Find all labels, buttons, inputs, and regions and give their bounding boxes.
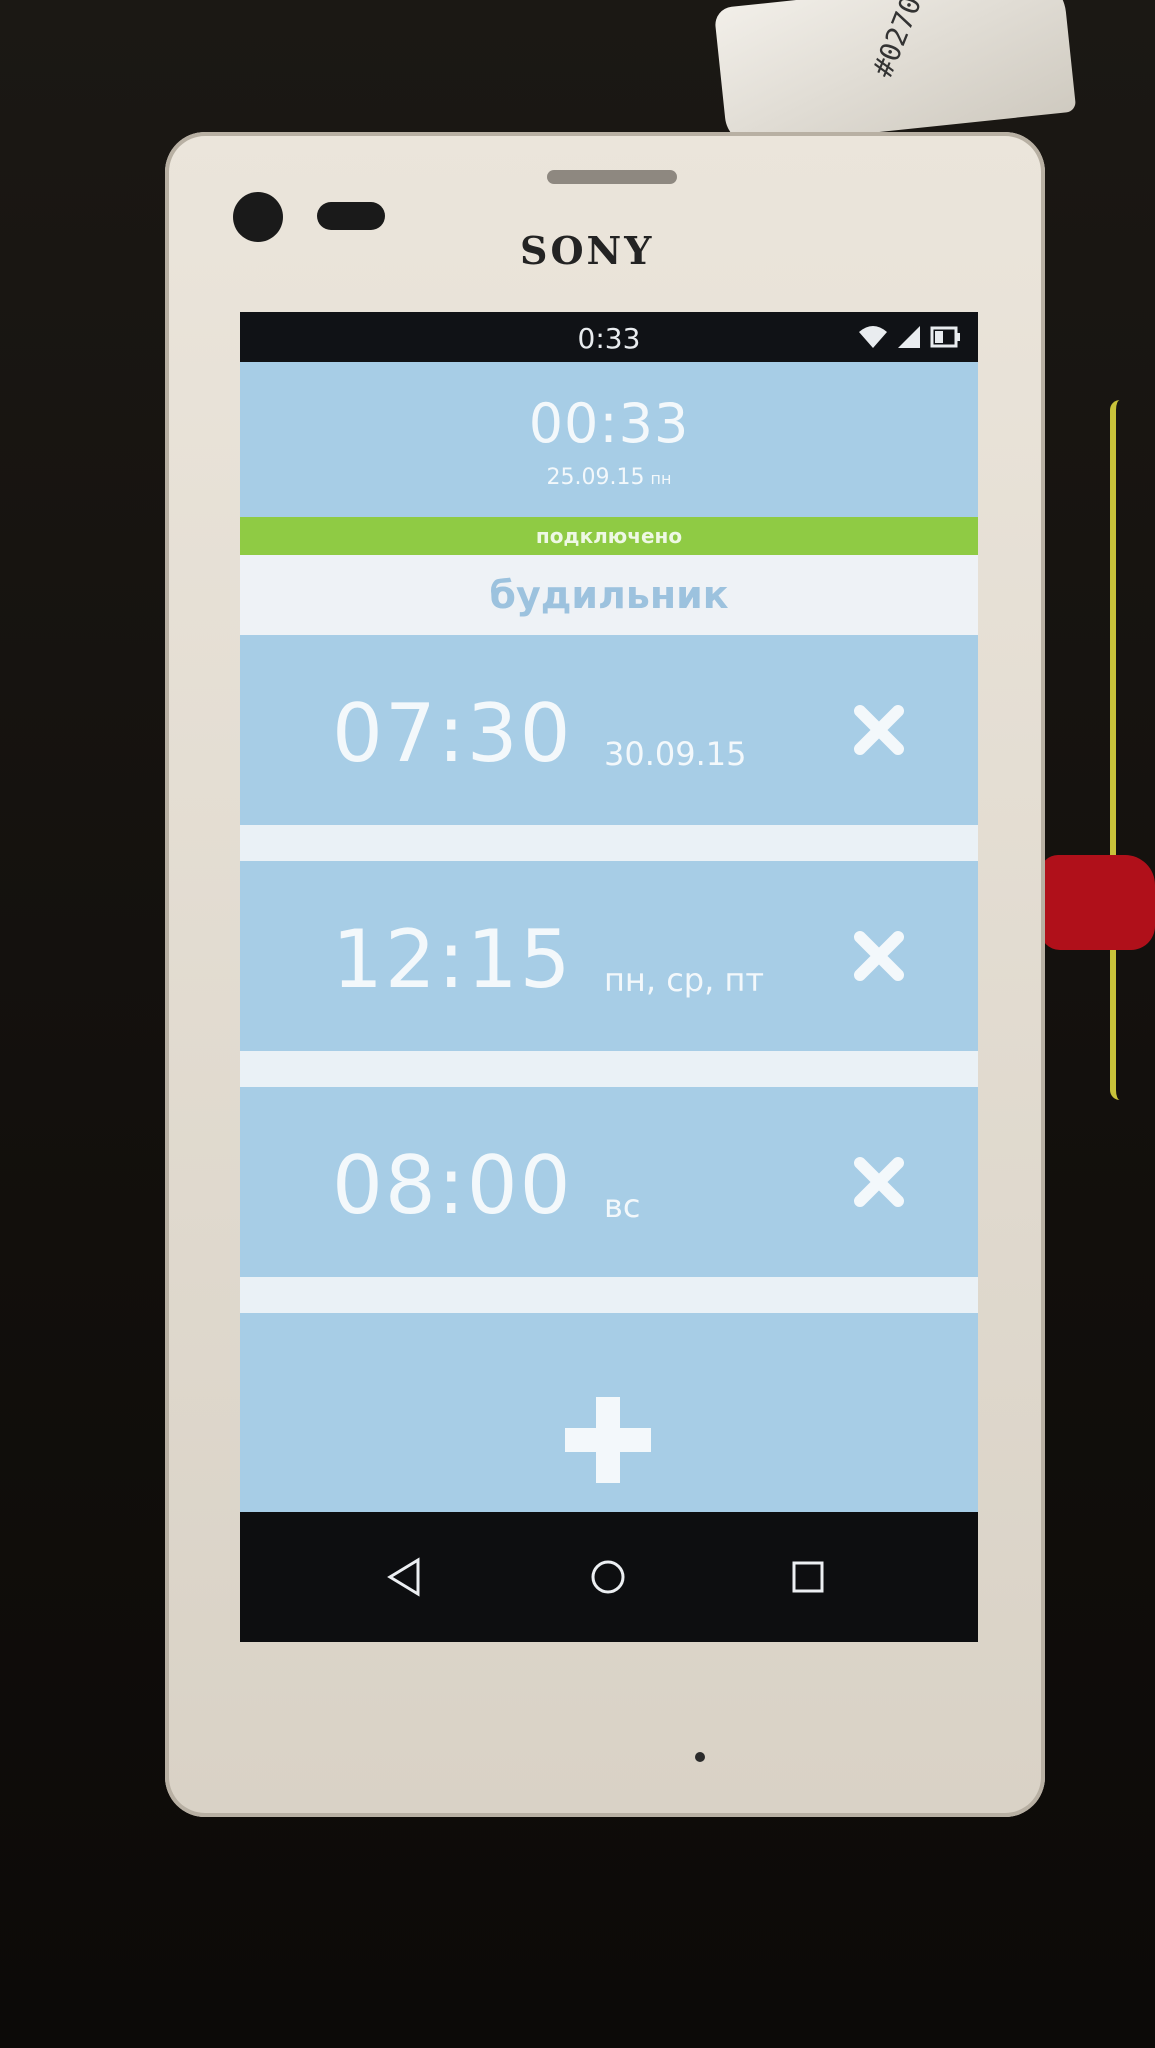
- alarm-time: 08:00: [332, 1139, 573, 1232]
- date-value: 25.09.15: [546, 465, 645, 490]
- weekday-value: пн: [650, 469, 672, 488]
- current-date: 25.09.15 пн: [240, 465, 978, 490]
- alarm-date: 30.09.15: [604, 735, 747, 773]
- alarm-time: 12:15: [332, 913, 573, 1006]
- close-icon[interactable]: [852, 929, 906, 983]
- connection-status: подключено: [240, 517, 978, 555]
- status-icons: [858, 324, 962, 350]
- proximity-sensor: [317, 202, 385, 230]
- alarm-separator: [240, 1051, 978, 1087]
- red-clip: [1040, 855, 1155, 950]
- close-icon[interactable]: [852, 1155, 906, 1209]
- battery-icon: [930, 326, 960, 348]
- close-icon[interactable]: [852, 703, 906, 757]
- front-camera: [233, 192, 283, 242]
- microphone-hole: [695, 1752, 705, 1762]
- section-title: будильник: [240, 555, 978, 635]
- alarm-separator: [240, 1277, 978, 1313]
- phone-body: SONY 0:33 00:33 25.09.15 пн подключено б…: [165, 132, 1045, 1817]
- add-alarm-area[interactable]: [240, 1342, 978, 1527]
- current-time: 00:33: [528, 392, 690, 455]
- yellow-cable: [1110, 400, 1130, 1100]
- phone-screen: 0:33 00:33 25.09.15 пн подключено будиль…: [240, 312, 978, 1642]
- home-circle-icon[interactable]: [581, 1550, 635, 1604]
- brand-logo: SONY: [520, 228, 655, 273]
- alarm-days: пн, ср, пт: [604, 961, 764, 999]
- alarm-app: 00:33 25.09.15 пн подключено будильник 07…: [240, 362, 978, 1527]
- status-bar: 0:33: [240, 312, 978, 362]
- wifi-icon: [859, 326, 887, 348]
- recents-square-icon[interactable]: [781, 1550, 835, 1604]
- alarm-item[interactable]: 08:00 вс: [240, 1087, 978, 1277]
- alarm-item[interactable]: 12:15 пн, ср, пт: [240, 861, 978, 1051]
- signal-icon: [898, 326, 920, 348]
- alarm-days: вс: [604, 1187, 641, 1225]
- plus-icon[interactable]: [563, 1395, 653, 1485]
- back-triangle-icon[interactable]: [378, 1550, 432, 1604]
- alarm-item[interactable]: 07:30 30.09.15: [240, 635, 978, 825]
- alarm-separator: [240, 825, 978, 861]
- alarm-time: 07:30: [332, 687, 573, 780]
- navigation-bar: [240, 1512, 978, 1642]
- earpiece: [547, 170, 677, 184]
